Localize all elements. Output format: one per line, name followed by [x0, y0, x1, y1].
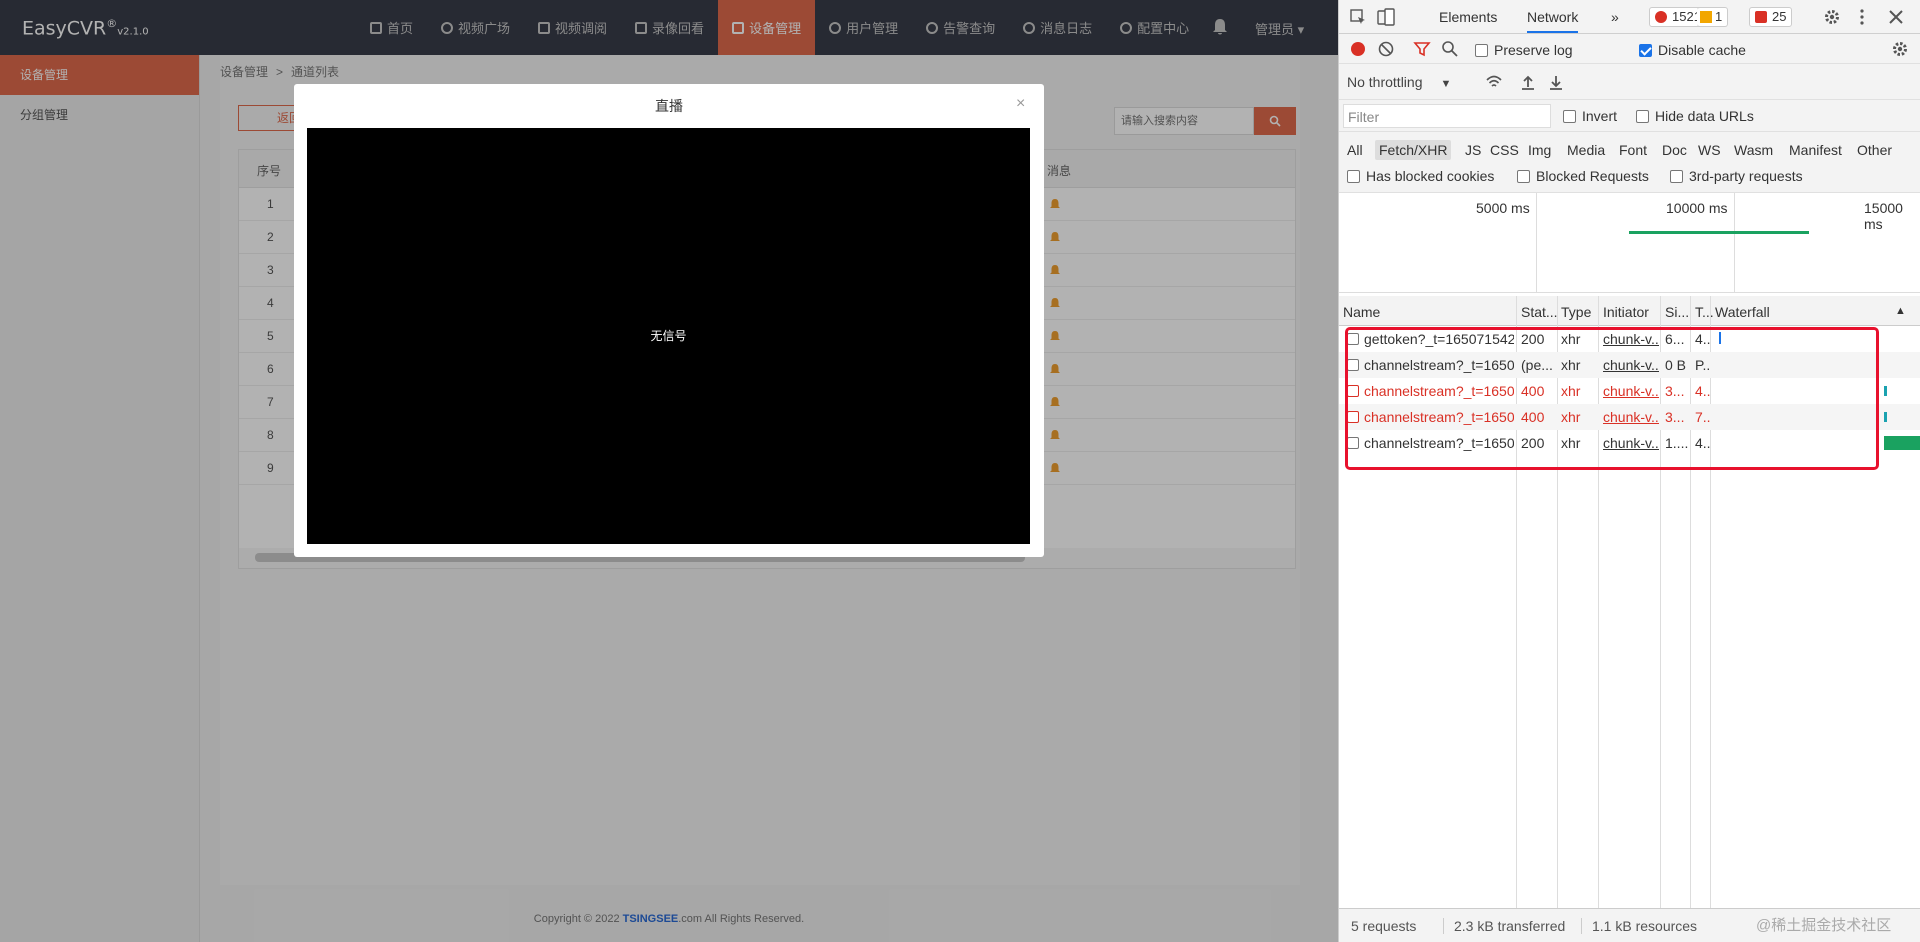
- col-waterfall[interactable]: Waterfall: [1715, 304, 1770, 320]
- col-status[interactable]: Stat...: [1521, 304, 1558, 320]
- third-party-requests-checkbox[interactable]: 3rd-party requests: [1670, 168, 1803, 184]
- modal-title: 直播: [655, 98, 683, 114]
- has-blocked-cookies-checkbox[interactable]: Has blocked cookies: [1347, 168, 1494, 184]
- network-overview-timeline[interactable]: 5000 ms 10000 ms 15000 ms: [1339, 193, 1920, 293]
- sort-up-icon[interactable]: ▲: [1895, 305, 1906, 317]
- waterfall-bar: [1884, 412, 1887, 422]
- filter-doc[interactable]: Doc: [1662, 142, 1687, 158]
- filter-fetch-xhr[interactable]: Fetch/XHR: [1375, 140, 1452, 160]
- video-player[interactable]: 无信号: [307, 128, 1030, 544]
- network-toolbar: Preserve log Disable cache: [1339, 34, 1920, 64]
- checkbox-icon: [1347, 170, 1360, 183]
- tab-elements[interactable]: Elements: [1439, 9, 1497, 25]
- annotation-highlight-box: [1345, 327, 1879, 470]
- warnings-badge[interactable]: 1: [1697, 7, 1729, 27]
- more-tabs-button[interactable]: »: [1611, 9, 1619, 25]
- watermark: @稀土掘金技术社区: [1756, 917, 1892, 934]
- col-name[interactable]: Name: [1343, 304, 1380, 320]
- filter-input[interactable]: Filter: [1343, 104, 1551, 128]
- record-icon[interactable]: [1349, 40, 1367, 58]
- throttling-toolbar: No throttling ▼: [1339, 64, 1920, 100]
- blocked-requests-checkbox[interactable]: Blocked Requests: [1517, 168, 1649, 184]
- status-requests: 5 requests: [1351, 918, 1417, 934]
- filter-other[interactable]: Other: [1857, 142, 1892, 158]
- filter-media[interactable]: Media: [1567, 142, 1605, 158]
- checkbox-icon: [1517, 170, 1530, 183]
- devtools-tabbar: Elements Network » 1521 1 25: [1339, 0, 1920, 34]
- clear-icon[interactable]: [1377, 40, 1395, 58]
- invert-checkbox[interactable]: Invert: [1563, 108, 1617, 124]
- app-window: EasyCVR®v2.1.0 首页 视频广场 视频调阅 录像回看 设备管理 用户…: [0, 0, 1338, 942]
- throttling-select[interactable]: No throttling ▼: [1347, 74, 1451, 90]
- status-resources: 1.1 kB resources: [1581, 918, 1697, 934]
- settings-gear-icon[interactable]: [1823, 8, 1841, 26]
- issues-badge[interactable]: 25: [1749, 7, 1793, 27]
- col-initiator[interactable]: Initiator: [1603, 304, 1649, 320]
- close-icon[interactable]: ×: [1016, 95, 1025, 113]
- live-modal: 直播 × 无信号: [294, 84, 1044, 557]
- waterfall-bar: [1884, 386, 1887, 396]
- filter-bar: Filter Invert Hide data URLs: [1339, 100, 1920, 132]
- warning-icon: [1700, 11, 1712, 23]
- filter-js[interactable]: JS: [1465, 142, 1481, 158]
- disable-cache-checkbox[interactable]: Disable cache: [1639, 42, 1746, 58]
- overview-tick-5000: 5000 ms: [1476, 200, 1530, 216]
- filter-manifest[interactable]: Manifest: [1789, 142, 1842, 158]
- inspect-element-icon[interactable]: [1349, 8, 1367, 26]
- status-transferred: 2.3 kB transferred: [1443, 918, 1565, 934]
- filter-css[interactable]: CSS: [1490, 142, 1519, 158]
- checkbox-icon: [1475, 44, 1488, 57]
- kebab-menu-icon[interactable]: [1853, 8, 1871, 26]
- checkbox-checked-icon: [1639, 44, 1652, 57]
- hide-data-urls-checkbox[interactable]: Hide data URLs: [1636, 108, 1754, 124]
- filter-icon[interactable]: [1413, 40, 1431, 58]
- col-size[interactable]: Si...: [1665, 304, 1689, 320]
- import-har-icon[interactable]: [1519, 73, 1537, 91]
- filter-font[interactable]: Font: [1619, 142, 1647, 158]
- overview-tick-10000: 10000 ms: [1666, 200, 1728, 216]
- dropdown-arrow-icon: ▼: [1440, 78, 1452, 90]
- request-table-header: Name Stat... Type Initiator Si... T... W…: [1339, 296, 1920, 326]
- overview-gridline: [1734, 193, 1735, 293]
- close-devtools-icon[interactable]: [1887, 8, 1905, 26]
- error-icon: [1655, 11, 1667, 23]
- checkbox-icon: [1563, 110, 1576, 123]
- overview-activity-bar: [1629, 231, 1809, 234]
- checkbox-icon: [1670, 170, 1683, 183]
- no-signal-text: 无信号: [650, 329, 687, 343]
- overview-gridline: [1536, 193, 1537, 293]
- filter-all[interactable]: All: [1347, 142, 1363, 158]
- device-toolbar-icon[interactable]: [1377, 8, 1395, 26]
- filter-wasm[interactable]: Wasm: [1734, 142, 1773, 158]
- tab-network[interactable]: Network: [1527, 9, 1579, 33]
- resource-type-filters: All Fetch/XHR JS CSS Img Media Font Doc …: [1339, 132, 1920, 164]
- devtools-panel: Elements Network » 1521 1 25 Preserve lo…: [1338, 0, 1920, 942]
- preserve-log-checkbox[interactable]: Preserve log: [1475, 42, 1573, 58]
- filter-ws[interactable]: WS: [1698, 142, 1721, 158]
- filter-img[interactable]: Img: [1528, 142, 1551, 158]
- issues-icon: [1755, 11, 1767, 23]
- network-settings-icon[interactable]: [1891, 40, 1909, 58]
- blocked-filters: Has blocked cookies Blocked Requests 3rd…: [1339, 164, 1920, 193]
- checkbox-icon: [1636, 110, 1649, 123]
- waterfall-bar: [1884, 436, 1920, 450]
- network-conditions-icon[interactable]: [1485, 73, 1503, 91]
- overview-tick-15000: 15000 ms: [1864, 200, 1903, 232]
- export-har-icon[interactable]: [1547, 73, 1565, 91]
- col-type[interactable]: Type: [1561, 304, 1591, 320]
- search-icon[interactable]: [1441, 40, 1459, 58]
